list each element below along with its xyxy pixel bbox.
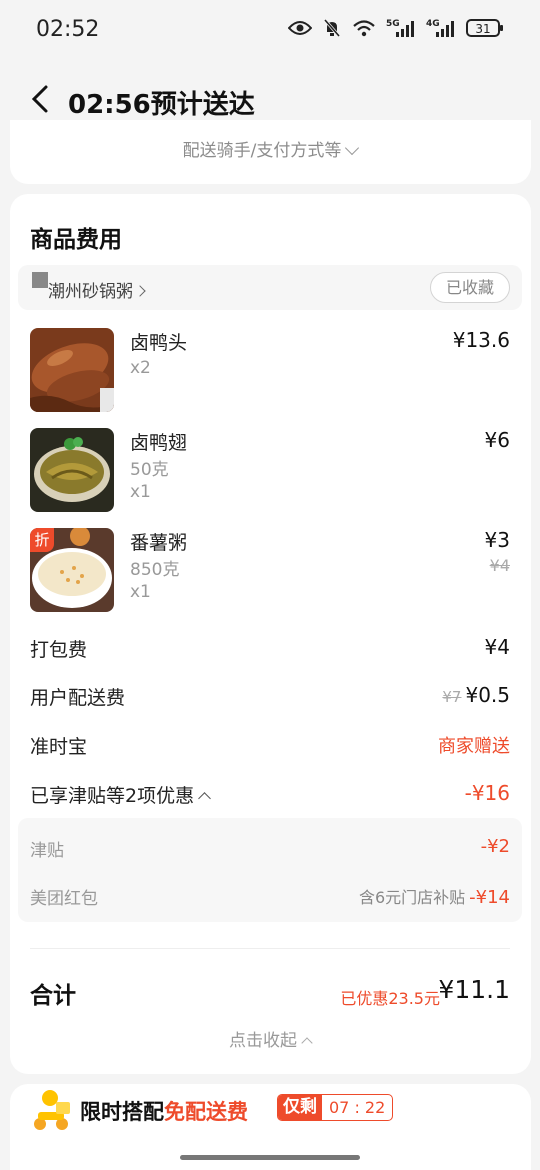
shop-row[interactable]: 潮州砂锅粥 已收藏	[18, 265, 522, 310]
fees-card	[10, 194, 531, 1074]
section-title: 商品费用	[30, 227, 122, 253]
item-image	[30, 328, 114, 412]
discount-value: -¥2	[480, 836, 510, 857]
item-spec: 50克	[130, 460, 169, 480]
signal-5g-label: 5G	[386, 19, 400, 29]
signal-4g-label: 4G	[426, 19, 440, 29]
order-item: 折 番薯粥 850克 x1 ¥3 ¥4	[30, 528, 510, 612]
battery-icon: 31	[466, 19, 503, 37]
wifi-icon	[353, 20, 375, 37]
promo-text: 限时搭配免配送费	[80, 1096, 248, 1126]
fee-value: ¥4	[484, 635, 510, 659]
order-item: 卤鸭头 x2 ¥13.6	[30, 328, 510, 412]
item-quantity: x2	[130, 358, 151, 378]
status-bar: 02:52 5G 4G 31	[0, 0, 540, 60]
fee-label: 已享津贴等2项优惠	[30, 781, 211, 808]
discount-tag: 折	[30, 528, 54, 552]
delivery-rider-icon	[34, 1090, 70, 1130]
item-name: 番薯粥	[130, 532, 188, 554]
item-quantity: x1	[130, 482, 151, 502]
back-arrow-icon[interactable]	[28, 84, 52, 114]
total-value: ¥11.1	[438, 975, 510, 1004]
discount-summary-label: 已享津贴等2项优惠	[30, 785, 195, 807]
nav-bar: 02:56预计送达	[0, 60, 540, 128]
fee-value: -¥16	[464, 781, 510, 805]
signal-5g-icon: 5G	[386, 19, 414, 37]
signal-4g-icon: 4G	[426, 19, 454, 37]
shop-name[interactable]: 潮州砂锅粥	[48, 277, 146, 302]
home-indicator[interactable]	[180, 1155, 360, 1160]
item-original-price: ¥4	[489, 556, 510, 575]
fee-label: 打包费	[30, 639, 88, 661]
item-price: ¥6	[484, 428, 510, 452]
promo-text-1: 限时搭配	[80, 1100, 164, 1124]
favorite-button[interactable]: 已收藏	[430, 272, 510, 303]
fee-original: ¥7	[442, 688, 462, 706]
discount-label: 津贴	[30, 841, 64, 861]
more-info-toggle[interactable]: 配送骑手/支付方式等	[0, 136, 540, 161]
fee-value: 商家赠送	[438, 736, 510, 757]
discount-summary-row[interactable]: 已享津贴等2项优惠 -¥16	[30, 781, 510, 811]
fee-label: 准时宝	[30, 736, 88, 758]
more-info-label: 配送骑手/支付方式等	[182, 141, 342, 161]
status-icons: 5G 4G 31	[288, 18, 504, 38]
fee-value: ¥7 ¥0.5	[442, 683, 510, 707]
discount-row: 美团红包 含6元门店补贴 -¥14	[30, 884, 510, 910]
packing-fee-row: 打包费 ¥4	[30, 635, 510, 665]
discount-note: 含6元门店补贴	[358, 888, 466, 907]
delivery-fee-row: 用户配送费 ¥7 ¥0.5	[30, 683, 510, 713]
promo-timer: 仅剩 07 : 22	[277, 1094, 394, 1121]
item-name: 卤鸭头	[130, 332, 188, 354]
battery-level: 31	[475, 22, 490, 36]
collapse-button[interactable]: 点击收起	[0, 1026, 540, 1051]
status-time: 02:52	[36, 17, 100, 42]
mute-bell-icon	[323, 19, 341, 37]
item-spec: 850克	[130, 560, 180, 580]
total-label: 合计	[30, 983, 76, 1009]
fee-current: ¥0.5	[465, 683, 510, 707]
discount-amount: -¥14	[469, 887, 510, 908]
discount-label: 美团红包	[30, 889, 98, 909]
fee-label: 用户配送费	[30, 687, 126, 709]
promo-timer-tag: 仅剩	[278, 1095, 322, 1120]
discount-details: 津贴 -¥2 美团红包 含6元门店补贴 -¥14	[18, 818, 522, 922]
chevron-right-icon	[134, 285, 146, 297]
collapse-label: 点击收起	[229, 1031, 297, 1051]
total-saved: 已优惠23.5元	[340, 989, 440, 1008]
shop-name-label: 潮州砂锅粥	[48, 282, 133, 302]
discount-row: 津贴 -¥2	[30, 836, 510, 862]
chevron-up-icon	[198, 792, 211, 805]
ontime-row: 准时宝 商家赠送	[30, 732, 510, 762]
item-price: ¥13.6	[452, 328, 510, 352]
promo-text-2: 免配送费	[164, 1100, 248, 1124]
page-title: 02:56预计送达	[68, 90, 255, 120]
divider	[30, 948, 510, 949]
discount-value: 含6元门店补贴 -¥14	[359, 884, 510, 908]
item-name: 卤鸭翅	[130, 432, 188, 454]
chevron-up-icon	[301, 1037, 313, 1049]
order-item: 卤鸭翅 50克 x1 ¥6	[30, 428, 510, 512]
item-price: ¥3	[484, 528, 510, 552]
promo-timer-time: 07 : 22	[329, 1098, 386, 1117]
item-quantity: x1	[130, 582, 151, 602]
shop-logo	[32, 272, 48, 288]
chevron-down-icon	[345, 140, 360, 156]
eye-icon	[288, 21, 312, 35]
item-image	[30, 428, 114, 512]
